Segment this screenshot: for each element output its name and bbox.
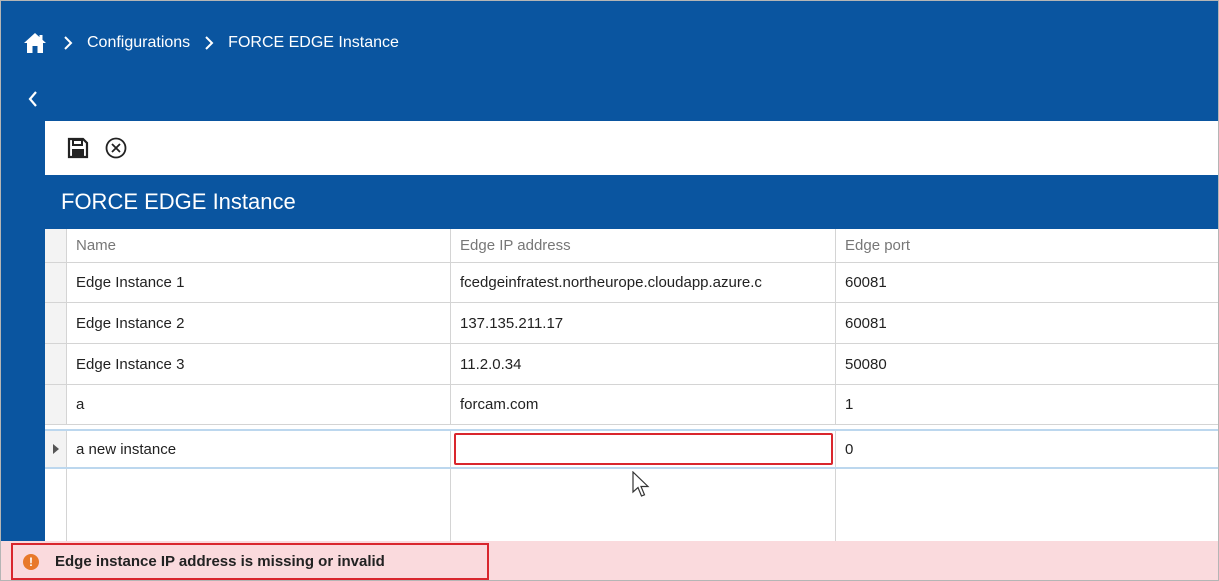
ip-cell[interactable]: 11.2.0.34 [451, 344, 836, 384]
cancel-circle-icon [105, 137, 127, 159]
row-selector-header [45, 229, 67, 262]
left-margin [1, 121, 45, 541]
column-header-port[interactable]: Edge port [836, 229, 1218, 262]
breadcrumb: Configurations FORCE EDGE Instance [21, 23, 399, 63]
ip-input-invalid[interactable] [454, 433, 833, 465]
empty-cell[interactable] [67, 469, 451, 541]
port-cell[interactable]: 1 [836, 385, 1218, 424]
validation-error-bar: ! Edge instance IP address is missing or… [1, 541, 1218, 580]
breadcrumb-item-current: FORCE EDGE Instance [228, 34, 399, 51]
triangle-right-icon [52, 444, 59, 454]
top-navigation-bar: Configurations FORCE EDGE Instance [1, 1, 1218, 77]
chevron-left-icon [28, 91, 37, 107]
ip-cell-invalid[interactable] [451, 431, 836, 467]
ip-cell[interactable]: fcedgeinfratest.northeurope.cloudapp.azu… [451, 263, 836, 302]
toolbar [45, 121, 1218, 175]
save-button[interactable] [63, 133, 93, 163]
name-cell[interactable]: a new instance [67, 431, 451, 467]
table-row[interactable]: Edge Instance 1 fcedgeinfratest.northeur… [45, 263, 1218, 303]
ip-cell[interactable]: 137.135.211.17 [451, 303, 836, 343]
column-header-name[interactable]: Name [67, 229, 451, 262]
row-selector[interactable] [45, 303, 67, 343]
cancel-button[interactable] [101, 133, 131, 163]
name-cell[interactable]: Edge Instance 1 [67, 263, 451, 302]
back-bar [1, 77, 1218, 121]
port-cell[interactable]: 50080 [836, 344, 1218, 384]
name-cell[interactable]: Edge Instance 2 [67, 303, 451, 343]
port-cell[interactable]: 0 [836, 431, 1218, 467]
row-selector[interactable] [45, 431, 67, 467]
back-button[interactable] [23, 87, 43, 111]
ip-cell[interactable]: forcam.com [451, 385, 836, 424]
row-selector[interactable] [45, 263, 67, 302]
chevron-right-icon [196, 36, 222, 50]
error-text: Edge instance IP address is missing or i… [55, 553, 385, 570]
save-icon [67, 137, 89, 159]
empty-cell[interactable] [836, 469, 1218, 541]
port-cell[interactable]: 60081 [836, 263, 1218, 302]
row-selector[interactable] [45, 344, 67, 384]
mouse-cursor-icon [632, 471, 650, 497]
row-selector [45, 469, 67, 541]
grid-header-row: Name Edge IP address Edge port [45, 229, 1218, 263]
home-icon[interactable] [21, 30, 49, 56]
error-message: ! Edge instance IP address is missing or… [11, 543, 489, 580]
breadcrumb-item-configurations[interactable]: Configurations [87, 34, 190, 52]
error-icon: ! [23, 553, 39, 570]
chevron-right-icon [55, 36, 81, 50]
table-row[interactable]: Edge Instance 2 137.135.211.17 60081 [45, 303, 1218, 344]
table-row[interactable]: a forcam.com 1 [45, 385, 1218, 425]
app-window: Configurations FORCE EDGE Instance FORCE… [0, 0, 1219, 581]
row-selector[interactable] [45, 385, 67, 424]
name-cell[interactable]: Edge Instance 3 [67, 344, 451, 384]
panel-title: FORCE EDGE Instance [45, 175, 1218, 229]
name-cell[interactable]: a [67, 385, 451, 424]
port-cell[interactable]: 60081 [836, 303, 1218, 343]
column-header-ip[interactable]: Edge IP address [451, 229, 836, 262]
table-row-active[interactable]: a new instance 0 [45, 429, 1218, 469]
table-row[interactable]: Edge Instance 3 11.2.0.34 50080 [45, 344, 1218, 385]
